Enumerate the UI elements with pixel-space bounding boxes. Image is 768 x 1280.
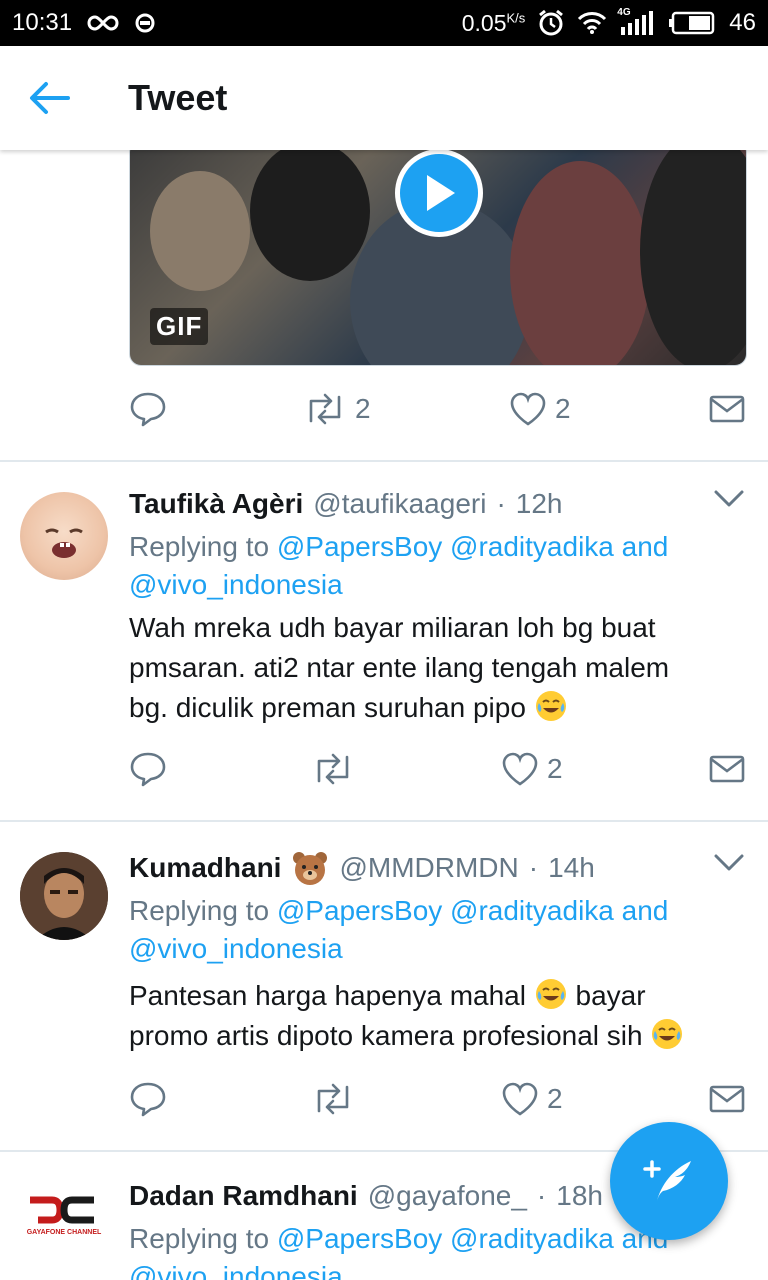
tweet-time: 12h xyxy=(515,488,563,519)
reply-button[interactable] xyxy=(129,1074,167,1124)
replying-label: Replying to xyxy=(129,1223,277,1254)
replying-user-link[interactable]: @vivo_indonesia xyxy=(129,569,343,600)
infinity-icon xyxy=(86,13,120,33)
tweet-menu-button[interactable] xyxy=(714,854,744,877)
avatar[interactable]: GAYAFONE CHANNEL xyxy=(20,1178,108,1266)
replying-users-link[interactable]: @PapersBoy @radityadika and xyxy=(277,895,669,926)
page-title: Tweet xyxy=(128,77,228,118)
replying-users-link[interactable]: @PapersBoy @radityadika and xyxy=(277,531,669,562)
share-button[interactable] xyxy=(709,384,745,434)
tweet-header: Taufikà Agèri @taufikaageri · 12h xyxy=(129,488,563,520)
wifi-icon xyxy=(577,11,607,35)
replying-label: Replying to xyxy=(129,895,277,926)
compose-feather-icon xyxy=(643,1160,691,1201)
separator: · xyxy=(496,488,506,519)
battery-icon xyxy=(669,11,717,35)
replying-to: Replying to @PapersBoy @radityadika and … xyxy=(129,528,729,604)
reply-button[interactable] xyxy=(129,384,167,434)
tears-of-joy-emoji-icon xyxy=(535,979,566,1009)
like-count: 2 xyxy=(555,393,571,424)
separator: · xyxy=(528,852,539,883)
retweet-icon xyxy=(317,753,349,785)
like-count: 2 xyxy=(547,753,563,784)
tweet-text: Wah mreka udh bayar miliaran loh bg buat… xyxy=(129,612,670,723)
retweet-count: 2 xyxy=(355,393,371,424)
bear-emoji-icon xyxy=(293,852,328,885)
retweet-button[interactable] xyxy=(311,744,355,794)
network-speed: 0.05K/s xyxy=(461,9,526,36)
tears-of-joy-emoji-icon xyxy=(535,691,566,721)
mail-icon xyxy=(709,755,745,783)
battery-level: 46 xyxy=(729,9,756,36)
alarm-icon xyxy=(537,9,565,37)
like-button[interactable]: 2 xyxy=(501,744,563,794)
replying-label: Replying to xyxy=(129,531,277,562)
status-time: 10:31 xyxy=(12,9,73,36)
reply-icon xyxy=(130,1082,166,1117)
divider xyxy=(0,820,768,822)
user-handle: @gayafone_ xyxy=(367,1180,527,1211)
divider xyxy=(0,460,768,462)
reply-button[interactable] xyxy=(129,744,167,794)
tweet-header: Dadan Ramdhani @gayafone_ · 18h xyxy=(129,1180,603,1212)
like-count: 2 xyxy=(547,1083,563,1114)
like-button[interactable]: 2 xyxy=(501,1074,563,1124)
heart-icon xyxy=(502,1082,538,1116)
back-button[interactable] xyxy=(0,48,100,148)
play-button[interactable] xyxy=(395,149,483,237)
tweet-time: 14h xyxy=(548,852,595,883)
replying-users-link[interactable]: @PapersBoy @radityadika and xyxy=(277,1223,669,1254)
replying-user-link[interactable]: @vivo_indonesia xyxy=(129,933,343,964)
retweet-button[interactable] xyxy=(311,1074,355,1124)
replying-to: Replying to @PapersBoy @radityadika and … xyxy=(129,892,729,968)
avatar[interactable] xyxy=(20,852,108,940)
user-name[interactable]: Taufikà Agèri xyxy=(129,488,303,520)
retweet-button[interactable]: 2 xyxy=(303,384,371,434)
signal-icon: 4G xyxy=(617,7,657,35)
avatar-logo-text: GAYAFONE CHANNEL xyxy=(27,1229,102,1236)
retweet-icon xyxy=(309,393,341,425)
tweet-header: Kumadhani @MMDRMDN · 14h xyxy=(129,850,595,886)
gif-badge: GIF xyxy=(150,308,209,345)
play-icon xyxy=(427,175,455,211)
sync-icon xyxy=(134,12,156,34)
tweet-menu-button[interactable] xyxy=(714,490,744,513)
tweet-time: 18h xyxy=(556,1180,603,1211)
like-button[interactable]: 2 xyxy=(509,384,571,434)
heart-icon xyxy=(502,752,538,786)
mail-icon xyxy=(709,1085,745,1113)
avatar[interactable] xyxy=(20,492,108,580)
share-button[interactable] xyxy=(709,1074,745,1124)
status-bar: 10:31 0.05K/s 4G 46 xyxy=(0,0,768,46)
replying-user-link[interactable]: @vivo_indonesia xyxy=(129,1261,343,1280)
compose-tweet-button[interactable] xyxy=(610,1122,728,1240)
app-bar: Tweet xyxy=(0,46,768,150)
tweet-media-gif[interactable]: GIF xyxy=(129,140,747,366)
share-button[interactable] xyxy=(709,744,745,794)
mail-icon xyxy=(709,395,745,423)
separator: · xyxy=(536,1180,547,1211)
action-bar: 2 xyxy=(129,1074,747,1124)
chevron-down-icon xyxy=(714,854,744,871)
heart-icon xyxy=(510,392,546,426)
action-bar: 2 2 xyxy=(129,384,747,434)
retweet-icon xyxy=(317,1083,349,1115)
user-handle: @taufikaageri xyxy=(313,488,487,519)
arrow-left-icon xyxy=(30,82,70,114)
user-name[interactable]: Kumadhani xyxy=(129,852,281,884)
user-name[interactable]: Dadan Ramdhani xyxy=(129,1180,358,1212)
user-handle: @MMDRMDN xyxy=(339,852,519,883)
action-bar: 2 xyxy=(129,744,747,794)
chevron-down-icon xyxy=(714,490,744,507)
tears-of-joy-emoji-icon xyxy=(652,1019,683,1049)
reply-icon xyxy=(130,752,166,787)
tweet-text: Pantesan harga hapenya mahal bayar promo… xyxy=(129,976,749,1056)
reply-icon xyxy=(130,392,166,427)
